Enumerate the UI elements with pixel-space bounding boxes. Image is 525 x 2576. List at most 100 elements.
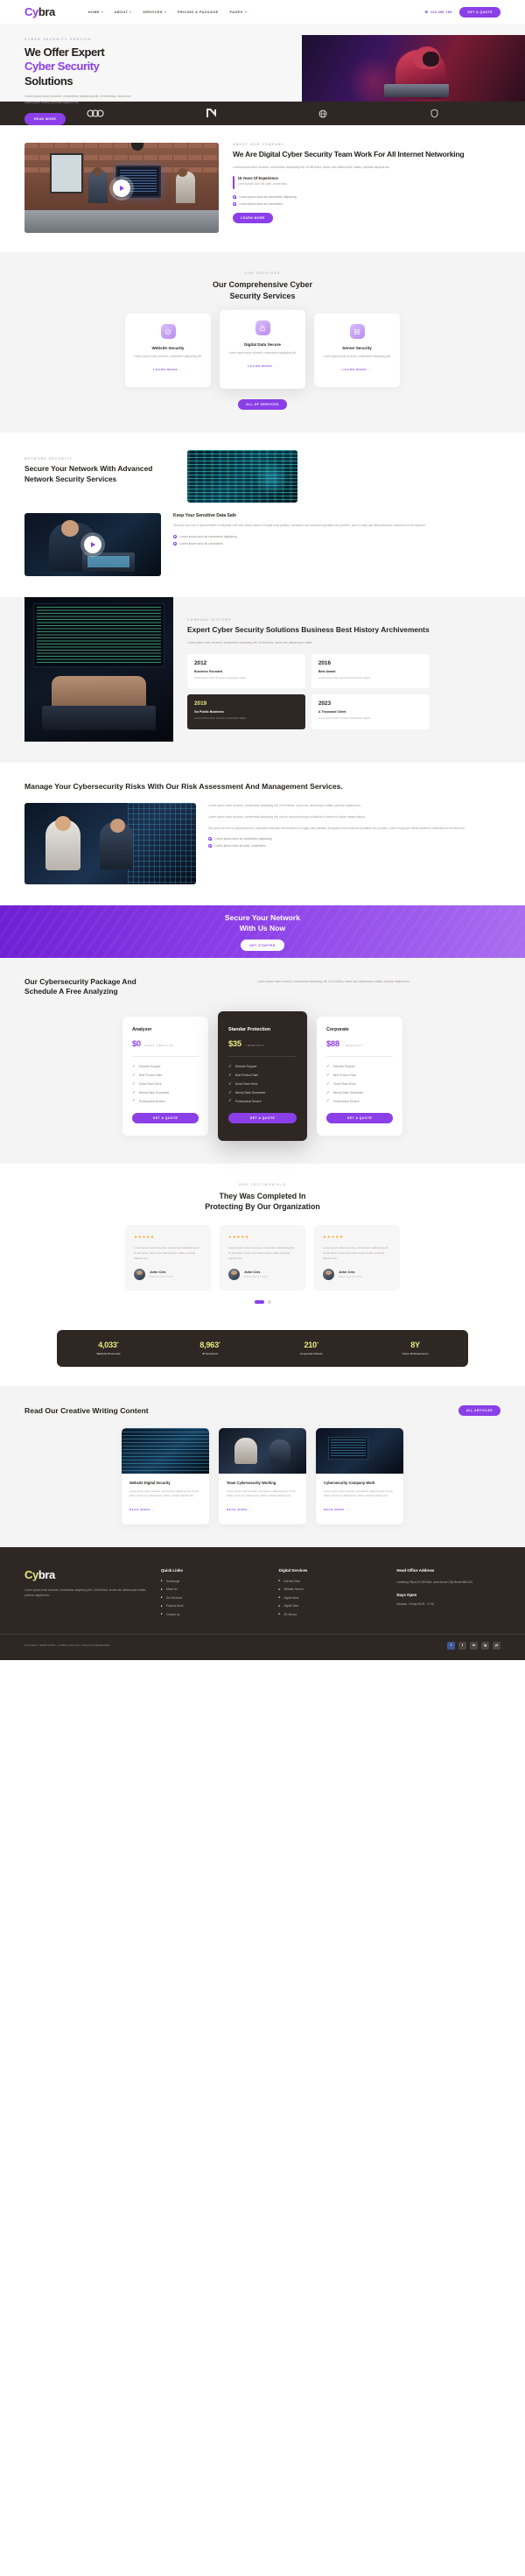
person-left-head [92,166,102,176]
phone-number: 123 456 789 [430,10,452,14]
tile-title: A Thousand Client [318,710,346,714]
risk-text: Lorem ipsum dolor sit amet, consectetur … [196,803,489,848]
blog-post-card[interactable]: Team Cybersecurity Working Lorem ipsum d… [219,1427,306,1524]
site-logo[interactable]: Cybra [24,5,55,18]
carousel-dots[interactable] [0,1299,525,1304]
network-video-thumbnail[interactable] [24,513,161,577]
check-icon: ✓ [326,1089,330,1094]
post-read-more-link[interactable]: READ MORE → [324,1508,349,1511]
pricing-section: Our Cybersecurity Package And Schedule A… [0,958,525,1164]
plan-feature: ✓ Professional Service [228,1099,297,1103]
cta-get-started-button[interactable]: GET STARTED [241,940,284,952]
carousel-dot-active[interactable] [254,1299,264,1304]
nav-item-home[interactable]: HOME [88,11,103,14]
all-articles-button[interactable]: ALL ARTICLES [458,1404,500,1416]
play-button[interactable] [113,179,130,197]
stat-corporate-clients: 210+ Corporate Clients [300,1341,323,1355]
plan-corporate[interactable]: Corporate $88 / MONTHLY ✓ Exlusive Suppor… [317,1016,402,1136]
linkedin-icon[interactable]: in [470,1641,478,1650]
footer-link-3d-secure[interactable]: ▸ 3D Secure [279,1612,383,1616]
network-eyebrow: NETWORK SECURITY [24,457,73,461]
service-card-server-security[interactable]: Server Security Lorem ipsum dolor sit am… [314,313,400,388]
nav-item-pricing[interactable]: PRICING & PACKAGE [178,11,219,14]
hero-read-more-button[interactable]: READ MORE [24,112,66,125]
page-root: Cybra HOME ABOUT SERVICES PRICING & PACK… [0,0,525,1660]
plan-feature: ✓ Exlusive Support [326,1064,393,1068]
hero-title-line3: Solutions [24,74,74,88]
footer-link-homepage[interactable]: ▸ Homepage [161,1579,265,1583]
footer-brand-column: Cybra Lorem ipsum dolor sit amet, consec… [24,1568,147,1616]
plan-standar-protection[interactable]: Standar Protection $35 / MONTHLY ✓ Exlusi… [218,1010,307,1141]
footer-columns: Cybra Lorem ipsum dolor sit amet, consec… [0,1568,525,1616]
social-links: f t in ig yt [447,1641,500,1650]
nav-item-about[interactable]: ABOUT [115,11,132,14]
testimonials-title: They Was Completed In Protecting By Our … [0,1191,525,1213]
footer-link-projects-work[interactable]: ▸ Projects Work [161,1604,265,1608]
blog-post-card[interactable]: Cybersecurity Company Work Lorem ipsum d… [316,1427,403,1524]
service-learn-more-link[interactable]: LEARN MORE → [342,368,371,371]
service-card-website-security[interactable]: Website Security Lorem ipsum dolor sit a… [125,313,211,388]
hero-section: CYBER SECURITY SERVICE We Offer Expert C… [0,24,525,125]
service-learn-more-link[interactable]: LEARN MORE → [248,364,276,368]
footer-link-internet-data[interactable]: ▸ Internet Data [279,1579,383,1583]
risk-paragraph-1: Lorem ipsum dolor sit amet, consectetur … [208,804,361,808]
plan-name: Analyzer [132,1026,152,1032]
footer-link-digital-bank[interactable]: ▸ Digital Bank [279,1595,383,1600]
footer-link-our-services[interactable]: ▸ Our Services [161,1595,265,1600]
phone-icon: ☏ [424,10,429,14]
feature-label: Exlusive Support [234,1065,257,1069]
about-learn-more-button[interactable]: LEARN MORE [233,213,273,224]
tile-text: Lorem ipsum dolor sit amet consectetur a… [318,676,370,680]
about-title: We Are Digital Cyber Security Team Work … [233,150,465,158]
youtube-icon[interactable]: yt [493,1641,500,1650]
twitter-icon[interactable]: t [458,1641,466,1650]
risk-title: Manage Your Cybersecurity Risks With Our… [24,782,343,792]
all-services-button[interactable]: ALL OF SERVICES [238,399,287,411]
footer-about-text: Lorem ipsum dolor sit amet, consectetur … [24,1587,146,1598]
plan-feature: ✓ Money Back Guarantee [132,1090,199,1094]
service-card-digital-data-secure[interactable]: Digital Data Secure Lorem ipsum dolor si… [220,310,305,390]
pricing-title: Our Cybersecurity Package And Schedule A… [24,977,243,997]
footer-digital-list: ▸ Internet Data ▸ Website Secure ▸ Digital … [279,1579,383,1616]
pricing-header: Our Cybersecurity Package And Schedule A… [0,977,525,997]
play-button[interactable] [84,536,102,554]
instagram-icon[interactable]: ig [481,1641,489,1650]
header-phone[interactable]: ☏ 123 456 789 [424,11,452,14]
post-read-more-link[interactable]: READ MORE → [227,1508,252,1511]
stat-label: IP Analyzed [202,1352,218,1356]
post-read-more-link[interactable]: READ MORE → [130,1508,155,1511]
footer-link-website-secure[interactable]: ▸ Website Secure [279,1587,383,1592]
nav-item-services[interactable]: SERVICES [143,11,166,14]
nav-label: HOME [88,10,100,14]
experience-title: 15 Years Of Experience [237,176,278,181]
tile-year: 2012 [194,660,207,667]
carousel-dot[interactable] [267,1299,271,1304]
plan-quote-button[interactable]: GET A QUOTE [228,1112,297,1123]
plan-quote-button[interactable]: GET A QUOTE [132,1112,199,1123]
stat-label: Website Protected [96,1352,121,1356]
footer-logo[interactable]: Cybra [24,1568,147,1581]
about-video-thumbnail[interactable] [24,143,219,233]
nav-item-pages[interactable]: PAGES [230,11,247,14]
stats-bar: 4,033+ Website Protected 8,963+ IP Analy… [57,1329,468,1367]
plan-analyzer[interactable]: Analyzer $0 FIRST ANALYZE ✓ Exlusive Supp… [122,1016,208,1136]
blog-title: Read Our Creative Writing Content [24,1405,149,1415]
plan-feature: ✓ Best Product Sale [132,1073,199,1077]
about-tick-list: Lorem ipsum dolor sit consectetur adipis… [233,195,464,207]
footer-link-contact-us[interactable]: ▸ Contact Us [161,1612,265,1616]
blog-posts: Website Digital Security Lorem ipsum dol… [0,1427,525,1524]
plan-quote-button[interactable]: GET A QUOTE [326,1112,393,1123]
footer-link-about-us[interactable]: ▸ About Us [161,1587,265,1592]
service-learn-more-link[interactable]: LEARN MORE → [153,368,182,371]
get-a-quote-button[interactable]: GET A QUOTE [459,6,500,18]
service-title: Digital Data Secure [244,342,281,348]
data-grid-overlay [127,803,196,885]
stat-label: Corporate Clients [299,1352,323,1356]
plan-feature: ✓ Money Back Guarantee [326,1089,393,1094]
facebook-icon[interactable]: f [447,1641,455,1650]
feature-label: Professional Service [138,1099,165,1103]
history-tile-2016: 2016 Best Award Lorem ipsum dolor sit am… [311,654,430,689]
arrow-right-icon: ▸ [161,1603,163,1608]
footer-link-digital-data[interactable]: ▸ Digital Data [279,1604,383,1608]
blog-post-card[interactable]: Website Digital Security Lorem ipsum dol… [122,1427,209,1524]
